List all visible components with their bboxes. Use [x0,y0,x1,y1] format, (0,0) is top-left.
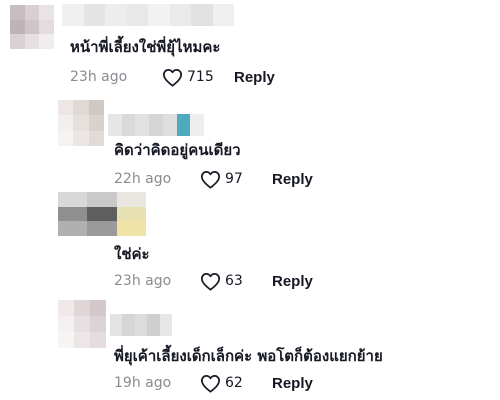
avatar-pixel [90,316,106,332]
avatar-pixel [74,316,90,332]
avatar-pixel [73,115,89,131]
reply-button[interactable]: Reply [272,171,313,188]
avatar-pixel [88,100,104,116]
avatar-pixel [116,221,146,236]
avatar-pixel [10,34,25,49]
username-pixel [135,114,150,136]
username-blurred[interactable] [108,114,205,136]
avatar-pixel [10,5,25,20]
reply-button[interactable]: Reply [272,273,313,290]
avatar-pixel [87,221,117,236]
avatar-pixel [73,100,89,116]
avatar-pixel [58,332,74,348]
comment-meta: 23h ago 63 Reply [114,270,313,292]
username-pixel [121,114,136,136]
avatar-pixel [39,19,54,35]
username-pixel [212,4,234,26]
comment-text: พี่ยุเค้าเลี้ยงเด็กเล็กค่ะ พอโตก็ต้องแยก… [114,347,383,365]
timestamp: 23h ago [70,69,128,85]
comment-meta: 19h ago 62 Reply [114,372,313,394]
reply-item: ใช่ค่ะ 23h ago 63 Reply [0,190,500,294]
avatar-pixel [90,332,106,348]
avatar-pixel [58,130,74,146]
username-pixel [126,4,148,26]
avatar-pixel [58,221,88,236]
like-count: 715 [187,69,214,85]
username-pixel [122,314,135,336]
avatar-pixel [87,192,117,207]
timestamp: 23h ago [114,273,172,289]
like-button[interactable]: 715 [162,68,234,87]
avatar-pixel [74,332,90,348]
username-blurred[interactable] [62,4,234,26]
avatar[interactable] [58,300,106,348]
like-button[interactable]: 97 [200,170,272,189]
comment-text: คิดว่าคิดอยู่คนเดียว [114,141,241,159]
avatar-pixel [116,192,146,207]
avatar-pixel [74,300,90,316]
avatar-pixel [39,5,54,20]
reply-button[interactable]: Reply [272,375,313,392]
username-pixel [62,4,84,26]
reply-item: คิดว่าคิดอยู่คนเดียว 22h ago 97 Reply [0,98,500,190]
username-pixel [108,114,122,136]
comment-text: หน้าพี่เลี้ยงใช่พี่ยุ้ไหมคะ [70,38,221,56]
like-count: 63 [225,273,243,289]
avatar[interactable] [58,100,104,146]
avatar[interactable] [10,5,54,49]
comment-meta: 22h ago 97 Reply [114,168,313,190]
username-pixel [83,4,105,26]
heart-outline-icon [200,272,221,291]
reply-button[interactable]: Reply [234,69,275,86]
username-pixel [162,114,177,136]
username-pixel [176,114,191,136]
username-pixel [148,4,170,26]
avatar-pixel [58,206,88,222]
comment-item: หน้าพี่เลี้ยงใช่พี่ยุ้ไหมคะ 23h ago 715 … [0,0,500,98]
like-count: 62 [225,375,243,391]
like-button[interactable]: 62 [200,374,272,393]
username-pixel [190,114,205,136]
username-pixel [105,4,127,26]
username-pixel [134,314,148,336]
username-pixel [110,314,123,336]
avatar-pixel [116,206,146,222]
reply-item: พี่ยุเค้าเลี้ยงเด็กเล็กค่ะ พอโตก็ต้องแยก… [0,294,500,400]
heart-outline-icon [200,170,221,189]
avatar-pixel [87,206,117,222]
avatar-pixel [58,192,88,207]
username-pixel [169,4,191,26]
avatar-pixel [10,19,25,35]
like-count: 97 [225,171,243,187]
avatar-pixel [24,19,40,35]
avatar-pixel [24,34,40,49]
username-pixel [149,114,163,136]
username-pixel [191,4,213,26]
username-pixel [147,314,160,336]
avatar-pixel [58,300,74,316]
timestamp: 19h ago [114,375,172,391]
avatar-pixel [73,130,89,146]
avatar-pixel [58,316,74,332]
avatar-pixel [58,100,74,116]
avatar-pixel [88,115,104,131]
username-blurred[interactable] [110,314,173,336]
heart-outline-icon [200,374,221,393]
avatar[interactable] [58,192,146,236]
heart-outline-icon [162,68,183,87]
avatar-pixel [90,300,106,316]
comment-meta: 23h ago 715 Reply [70,66,275,88]
like-button[interactable]: 63 [200,272,272,291]
username-pixel [159,314,173,336]
avatar-pixel [24,5,40,20]
avatar-pixel [58,115,74,131]
comment-text: ใช่ค่ะ [114,245,150,263]
avatar-pixel [39,34,54,49]
avatar-pixel [88,130,104,146]
timestamp: 22h ago [114,171,172,187]
